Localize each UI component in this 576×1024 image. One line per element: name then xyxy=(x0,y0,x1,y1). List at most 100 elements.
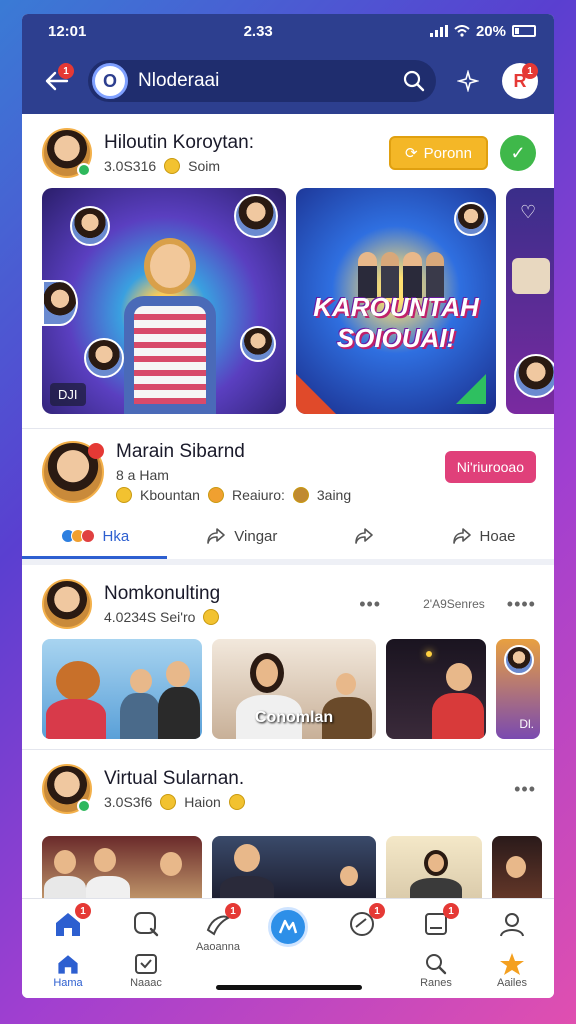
forward-button[interactable] xyxy=(354,527,374,545)
story-card[interactable]: DJI xyxy=(42,188,286,414)
person-body xyxy=(120,693,160,739)
create-icon xyxy=(268,907,308,947)
status-icons: 20% xyxy=(429,22,536,40)
story-card[interactable]: KAROUNTAH SOIOUAI! xyxy=(296,188,496,414)
post-stats: 4.0234S Sei'ro xyxy=(104,609,347,625)
tab-profile[interactable] xyxy=(484,907,540,941)
profile-badge: 1 xyxy=(522,63,538,79)
author-name[interactable]: Marain Sibarnd xyxy=(116,441,433,463)
post-meta: Virtual Sularnan. 3.0S3f6 Haion xyxy=(104,768,502,810)
photo-card[interactable]: Dl. xyxy=(496,639,540,739)
avatar[interactable] xyxy=(42,441,104,503)
tab-search[interactable]: Ranes xyxy=(408,951,464,989)
story-card[interactable]: ♡ xyxy=(506,188,554,414)
photo-label: Conomlan xyxy=(254,709,334,726)
search-bar[interactable]: O Nloderaai xyxy=(88,60,436,102)
refresh-icon: ⟳ xyxy=(405,145,418,162)
post-header: Virtual Sularnan. 3.0S3f6 Haion ••• xyxy=(22,750,554,824)
search-icon[interactable] xyxy=(402,69,426,93)
send-button[interactable]: Hoae xyxy=(452,527,516,545)
photo-card[interactable] xyxy=(212,836,376,898)
like-button[interactable]: Hka xyxy=(60,528,129,545)
tab-chat[interactable]: 1 xyxy=(334,903,390,941)
photo-card[interactable] xyxy=(492,836,542,898)
story-carousel: DJI KAROUNTAH SOIOUAI! ♡ xyxy=(22,188,554,414)
back-button[interactable]: 1 xyxy=(36,61,76,101)
app-frame: 12:01 2.33 20% 1 O Nloderaai R 1 Hilouti… xyxy=(22,14,554,998)
tab-label: Aaoanna xyxy=(195,941,241,953)
mascot-head xyxy=(56,661,100,701)
battery-percent: 20% xyxy=(475,22,506,40)
share-arrow-icon xyxy=(355,528,374,544)
category-label: 2'A9Senres xyxy=(423,597,485,611)
tab-notes[interactable]: 1 xyxy=(408,903,464,941)
more-options-icon[interactable]: •••• xyxy=(507,594,536,615)
avatar xyxy=(504,645,534,675)
light-icon xyxy=(426,651,432,657)
emoji-icon xyxy=(160,794,177,810)
stats-count: 3.0S316 xyxy=(104,158,157,174)
post-chips: Kbountan Reaiuro: 3aing xyxy=(116,487,433,503)
post-stats: 3.0S3f6 Haion xyxy=(104,794,502,810)
story-person xyxy=(114,238,224,414)
share-button[interactable]: Vingar xyxy=(206,527,277,545)
status-time: 12:01 xyxy=(48,22,87,40)
person-head xyxy=(234,844,260,872)
photo-card[interactable] xyxy=(42,639,202,739)
follow-label: Ni'riurooao xyxy=(456,459,524,475)
person-body xyxy=(158,687,200,739)
person-head xyxy=(166,661,190,687)
photo-card[interactable] xyxy=(386,639,486,739)
share-label: Vingar xyxy=(234,527,278,545)
tab-favorites[interactable]: Aailes xyxy=(484,951,540,989)
photo-card[interactable]: Conomlan xyxy=(212,639,376,739)
time-label: 8 a Ham xyxy=(116,467,169,483)
wifi-icon xyxy=(454,25,470,37)
person-head xyxy=(506,856,526,878)
search-input[interactable]: Nloderaai xyxy=(138,70,392,92)
tab-badge: 1 xyxy=(225,903,241,919)
online-indicator xyxy=(77,163,91,177)
decor-shape xyxy=(456,374,486,404)
online-indicator xyxy=(77,799,91,813)
notification-badge: 1 xyxy=(58,63,74,79)
post-meta: Marain Sibarnd 8 a Ham Kbountan Reaiuro:… xyxy=(116,441,433,503)
photo-card[interactable] xyxy=(42,836,202,898)
accept-button[interactable]: ✓ xyxy=(500,135,536,171)
author-name[interactable]: Virtual Sularnan. xyxy=(104,768,502,790)
app-logo-icon: O xyxy=(92,63,128,99)
primary-action-label: Poronn xyxy=(423,144,472,162)
tab-search-top[interactable] xyxy=(118,907,174,941)
avatar[interactable] xyxy=(42,764,92,814)
person-head xyxy=(446,663,472,691)
post-meta: Nomkonulting 4.0234S Sei'ro xyxy=(104,583,347,625)
send-label: Hoae xyxy=(479,527,516,545)
profile-button[interactable]: R 1 xyxy=(500,61,540,101)
battery-icon xyxy=(511,25,536,37)
decor-shape xyxy=(296,374,336,414)
emoji-icon xyxy=(164,158,181,174)
tab-create[interactable] xyxy=(260,907,316,947)
tab-label: Hama xyxy=(53,977,83,989)
primary-action-button[interactable]: ⟳ Poronn xyxy=(389,136,488,170)
tab-home[interactable]: Hama xyxy=(40,951,96,989)
tab-explore[interactable]: 1 Aaoanna xyxy=(190,903,246,953)
more-options-icon[interactable]: ••• xyxy=(514,779,536,800)
check-icon: ✓ xyxy=(510,142,526,163)
author-name[interactable]: Nomkonulting xyxy=(104,583,347,605)
more-icon[interactable]: ••• xyxy=(359,594,381,615)
tab-inbox[interactable]: Naaac xyxy=(118,951,174,989)
photo-card[interactable] xyxy=(386,836,482,898)
follow-button[interactable]: Ni'riurooao xyxy=(444,451,536,483)
emoji-icon xyxy=(292,487,309,503)
tab-home-top[interactable]: 1 xyxy=(40,903,96,941)
author-name[interactable]: Hiloutin Koroytan: xyxy=(104,132,377,154)
avatar[interactable] xyxy=(42,579,92,629)
avatar xyxy=(234,194,278,238)
heart-icon: ♡ xyxy=(520,202,537,222)
sticker xyxy=(512,258,550,294)
avatar[interactable] xyxy=(42,128,92,178)
explore-icon: 1 xyxy=(201,903,241,941)
share-button[interactable] xyxy=(448,61,488,101)
post-subline: 8 a Ham xyxy=(116,467,433,483)
